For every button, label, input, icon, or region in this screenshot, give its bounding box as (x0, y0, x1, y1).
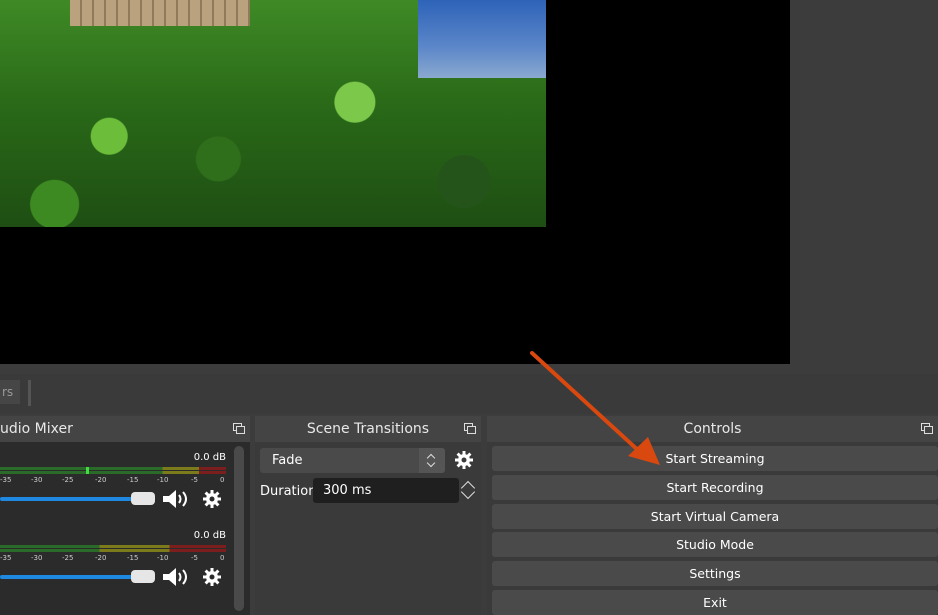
volume-meter (0, 549, 226, 552)
scene-transitions-title-bar[interactable]: Scene Transitions (255, 416, 481, 442)
float-dock-icon[interactable] (921, 423, 933, 434)
preview-canvas[interactable] (0, 0, 790, 364)
transition-select[interactable]: Fade (260, 448, 445, 473)
speaker-icon[interactable] (161, 488, 191, 510)
volume-fader-track[interactable] (0, 497, 145, 501)
scene-transitions-body: Fade Duration (255, 442, 481, 615)
gear-icon[interactable] (202, 567, 222, 587)
scale-tick: 0 (220, 554, 225, 562)
scale-tick: -10 (157, 476, 169, 484)
start-virtual-camera-button[interactable]: Start Virtual Camera (492, 504, 938, 529)
scale-tick: -5 (191, 476, 198, 484)
scale-tick: -25 (62, 476, 74, 484)
duration-label: Duration (260, 484, 317, 499)
controls-dock: Controls Start Streaming Start Recording… (487, 416, 938, 615)
audio-mixer-title: udio Mixer (0, 421, 73, 437)
transition-select-chevron-icon[interactable] (419, 448, 445, 473)
float-dock-icon[interactable] (233, 423, 245, 434)
start-streaming-button[interactable]: Start Streaming (492, 446, 938, 471)
audio-mixer-body: 0.0 dB -35 -30 -25 -20 -15 -10 -5 0 0.0 … (0, 442, 250, 615)
channel-db-readout: 0.0 dB (193, 530, 226, 541)
audio-mixer-title-bar[interactable]: udio Mixer (0, 416, 250, 442)
speaker-icon[interactable] (161, 566, 191, 588)
volume-meter (0, 471, 226, 474)
duration-field[interactable] (313, 478, 459, 503)
channel-db-readout: 0.0 dB (193, 452, 226, 463)
float-dock-icon[interactable] (464, 423, 476, 434)
duration-stepper[interactable] (459, 478, 477, 503)
controls-title: Controls (683, 421, 742, 437)
transition-properties-button[interactable] (451, 447, 477, 473)
mixer-channel: 0.0 dB -35 -30 -25 -20 -15 -10 -5 0 (0, 522, 230, 592)
volume-meter (0, 467, 226, 470)
mixer-channel: 0.0 dB -35 -30 -25 -20 -15 -10 -5 0 (0, 444, 230, 514)
scale-tick: 0 (220, 476, 225, 484)
scale-tick: -30 (31, 476, 43, 484)
scale-tick: -30 (31, 554, 43, 562)
scale-tick: -15 (127, 554, 139, 562)
castle-image-part (70, 0, 250, 26)
audio-mixer-dock: udio Mixer 0.0 dB -35 -30 -25 -20 -15 -1… (0, 416, 250, 615)
volume-fader-track[interactable] (0, 575, 145, 579)
peak-indicator (86, 467, 89, 474)
scene-image-source[interactable] (0, 0, 546, 227)
meter-scale: -35 -30 -25 -20 -15 -10 -5 0 (0, 554, 228, 564)
exit-button[interactable]: Exit (492, 590, 938, 615)
studio-mode-button[interactable]: Studio Mode (492, 532, 938, 557)
scene-transitions-title: Scene Transitions (306, 421, 430, 437)
toolbar-separator (28, 380, 31, 406)
scale-tick: -35 (0, 554, 12, 562)
scale-tick: -25 (62, 554, 74, 562)
volume-meter (0, 545, 226, 548)
controls-title-bar[interactable]: Controls (487, 416, 938, 442)
settings-button[interactable]: Settings (492, 561, 938, 586)
scale-tick: -15 (127, 476, 139, 484)
gear-icon[interactable] (202, 489, 222, 509)
gear-icon (455, 451, 473, 469)
preview-area (0, 0, 938, 373)
toolbar-stub-tab[interactable]: rs (0, 380, 20, 404)
scale-tick: -10 (157, 554, 169, 562)
scene-transitions-dock: Scene Transitions Fade Duration (255, 416, 481, 615)
scale-tick: -35 (0, 476, 12, 484)
volume-fader-handle[interactable] (131, 492, 155, 505)
scale-tick: -5 (191, 554, 198, 562)
scale-tick: -20 (95, 554, 107, 562)
controls-body: Start Streaming Start Recording Start Vi… (487, 442, 938, 615)
meter-scale: -35 -30 -25 -20 -15 -10 -5 0 (0, 476, 228, 486)
mixer-scrollbar[interactable] (234, 446, 244, 611)
start-recording-button[interactable]: Start Recording (492, 475, 938, 500)
scale-tick: -20 (95, 476, 107, 484)
volume-fader-handle[interactable] (131, 570, 155, 583)
sky-image-part (418, 0, 546, 78)
dock-toolbar-strip (0, 374, 938, 414)
